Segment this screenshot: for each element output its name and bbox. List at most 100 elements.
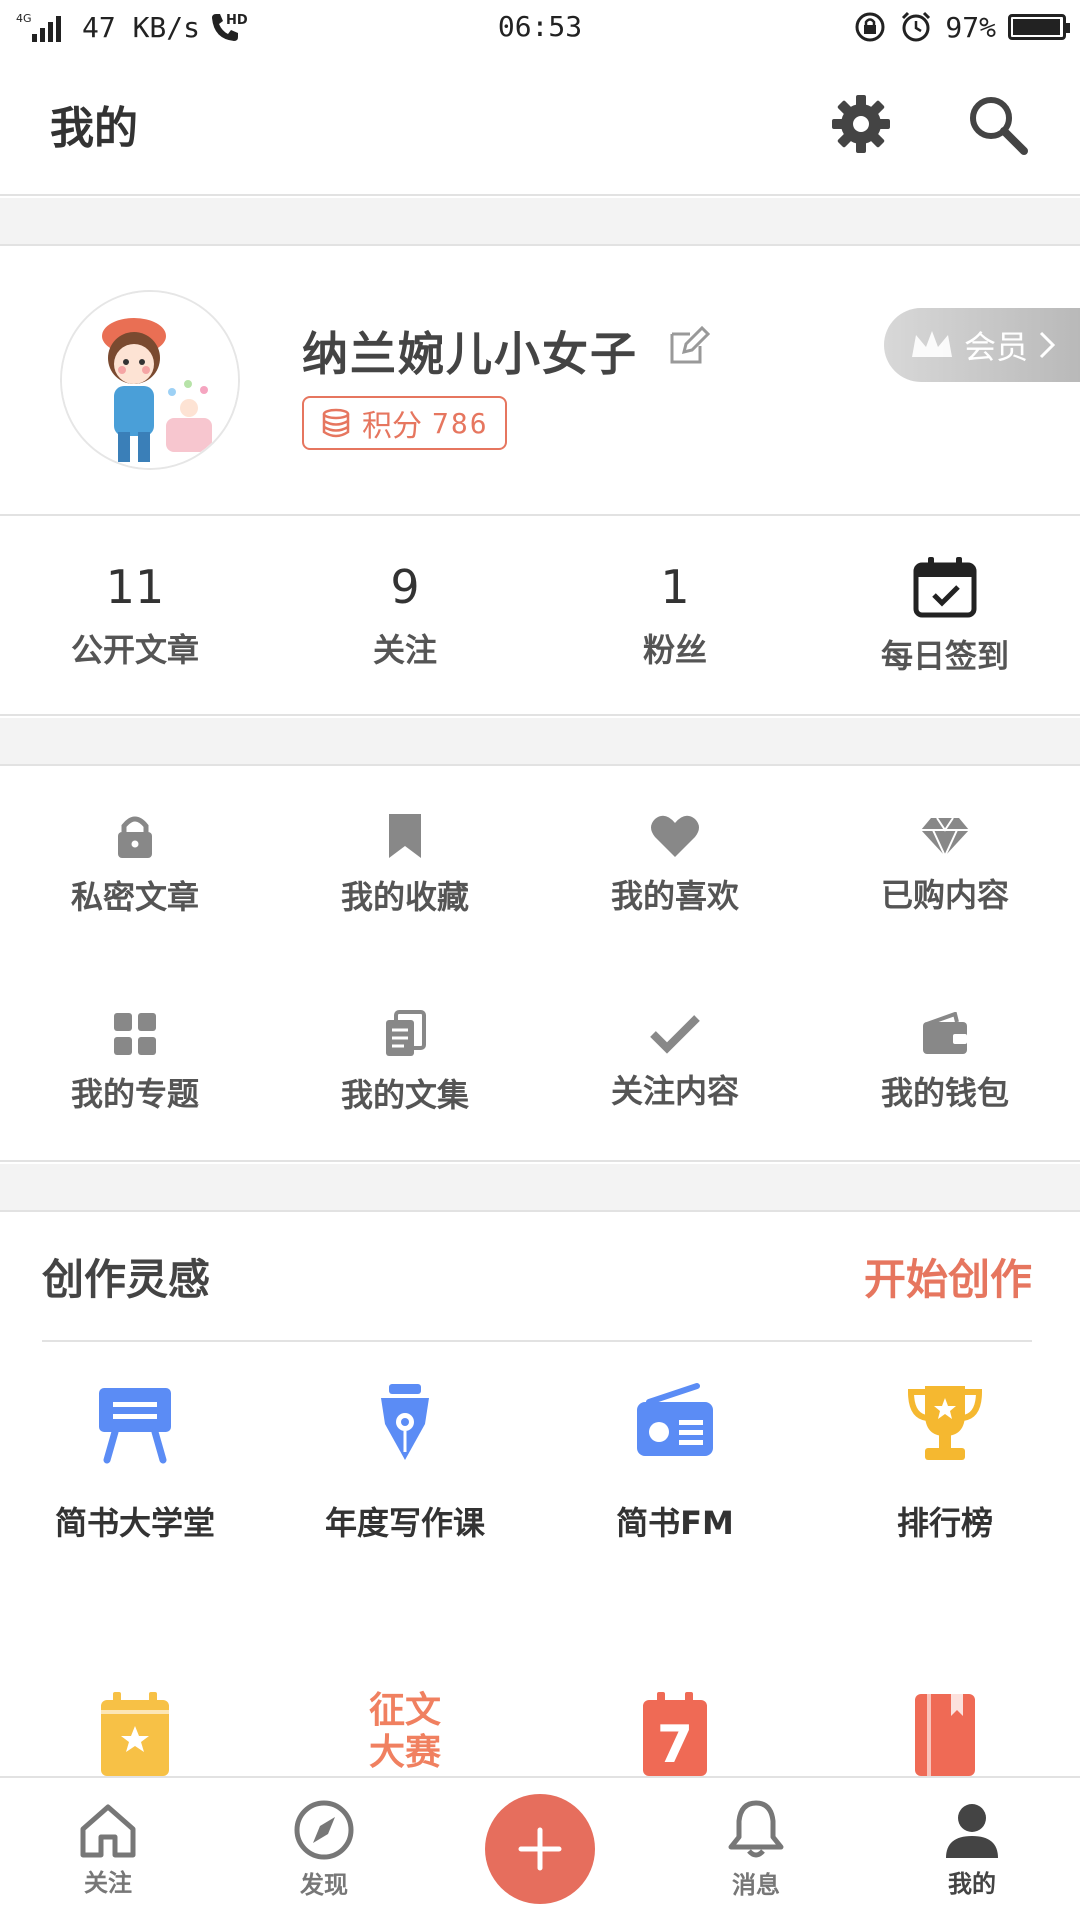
person-icon [946, 1803, 998, 1858]
compass-icon [294, 1800, 354, 1859]
profile-card[interactable]: 纳兰婉儿小女子 积分 786 会员 [0, 246, 1080, 516]
grid-item-collections[interactable]: 我的文集 [270, 964, 540, 1162]
tool-essay-contest[interactable]: 征文 大赛 [270, 1690, 540, 1776]
section-divider [0, 718, 1080, 766]
grid-label: 我的收藏 [340, 878, 469, 916]
status-bar: 4G 47 KB/s HD 06:53 97% [0, 0, 1080, 54]
score-label: 积分 [362, 409, 422, 444]
stat-value: 11 [105, 560, 165, 614]
member-label: 会员 [964, 328, 1029, 366]
contest-line-2: 大赛 [368, 1732, 441, 1773]
grid-item-private-articles[interactable]: 私密文章 [0, 766, 270, 964]
inspiration-tools-row-2: 征文 大赛 7 [0, 1690, 1080, 1776]
calendar-star-icon [101, 1692, 169, 1776]
grid-label: 我的喜欢 [610, 877, 739, 915]
member-button[interactable]: 会员 [884, 308, 1080, 382]
grid-icon [114, 1013, 156, 1055]
nav-discover[interactable]: 发现 [216, 1778, 432, 1920]
nav-create[interactable] [432, 1778, 648, 1920]
feature-grid: 私密文章 我的收藏 我的喜欢 已购内容 我的专题 我的文集 关注内容 我的钱包 [0, 766, 1080, 1162]
create-fab[interactable] [485, 1794, 595, 1904]
tool-label: 年度写作课 [324, 1504, 485, 1542]
coins-icon [322, 408, 350, 438]
checkin-label: 每日签到 [880, 637, 1009, 675]
inspiration-tools: 简书大学堂 年度写作课 简书FM 排行榜 [0, 1380, 1080, 1544]
heart-icon [651, 815, 699, 857]
stat-label: 公开文章 [70, 631, 199, 669]
edit-icon[interactable] [668, 324, 710, 366]
start-writing-link[interactable]: 开始创作 [864, 1246, 1032, 1307]
trophy-icon [907, 1386, 983, 1460]
settings-gear-icon[interactable] [828, 91, 894, 157]
documents-icon [386, 1010, 426, 1056]
check-icon [650, 1015, 700, 1054]
stat-label: 粉丝 [642, 631, 707, 669]
username: 纳兰婉儿小女子 [302, 327, 638, 381]
stat-value: 1 [660, 560, 690, 614]
battery-icon [1008, 14, 1070, 40]
grid-item-followed-content[interactable]: 关注内容 [540, 964, 810, 1162]
stat-followers[interactable]: 1 粉丝 [540, 518, 810, 714]
score-value: 786 [432, 406, 489, 440]
grid-item-topics[interactable]: 我的专题 [0, 964, 270, 1162]
lock-icon [118, 816, 152, 858]
home-icon [80, 1804, 136, 1857]
grid-label: 关注内容 [610, 1072, 739, 1110]
tool-ranking[interactable]: 排行榜 [810, 1380, 1080, 1544]
tool-fm[interactable]: 简书FM [540, 1380, 810, 1544]
page-title: 我的 [50, 103, 138, 154]
grid-label: 私密文章 [70, 878, 199, 916]
calendar-day-icon: 7 [643, 1692, 707, 1776]
nav-label: 消息 [732, 1870, 780, 1899]
tool-notebook[interactable] [810, 1690, 1080, 1776]
battery-level-fill [1013, 19, 1060, 35]
radio-icon [637, 1383, 713, 1456]
app-header: 我的 [0, 54, 1080, 196]
nav-label: 发现 [300, 1870, 348, 1899]
calendar-day-number: 7 [657, 1715, 693, 1775]
notebook-icon [915, 1694, 975, 1776]
score-badge[interactable]: 积分 786 [302, 396, 507, 450]
inspiration-header: 创作灵感 开始创作 [42, 1212, 1032, 1342]
wallet-icon [923, 1012, 967, 1054]
stat-following[interactable]: 9 关注 [270, 518, 540, 714]
pen-nib-icon [381, 1384, 429, 1460]
section-divider [0, 198, 1080, 246]
crown-icon [912, 331, 952, 357]
grid-label: 我的钱包 [880, 1074, 1009, 1112]
tool-daily-calendar[interactable]: 7 [540, 1690, 810, 1776]
nav-mine[interactable]: 我的 [864, 1778, 1080, 1920]
status-time: 06:53 [497, 10, 583, 43]
nav-messages[interactable]: 消息 [648, 1778, 864, 1920]
daily-checkin[interactable]: 每日签到 [810, 518, 1080, 714]
tool-label: 简书大学堂 [54, 1504, 215, 1542]
stat-value: 9 [390, 560, 420, 614]
section-divider [0, 1164, 1080, 1212]
tool-writing-course[interactable]: 年度写作课 [270, 1380, 540, 1544]
diamond-icon [921, 817, 969, 858]
grid-item-favorites[interactable]: 我的收藏 [270, 766, 540, 964]
grid-label: 我的文集 [340, 1076, 469, 1114]
search-icon[interactable] [964, 91, 1030, 157]
grid-item-likes[interactable]: 我的喜欢 [540, 766, 810, 964]
bell-icon [728, 1800, 784, 1857]
inspiration-title: 创作灵感 [42, 1254, 211, 1304]
tool-label: 简书FM [616, 1504, 734, 1542]
grid-label: 我的专题 [70, 1075, 199, 1113]
chevron-right-icon [1039, 331, 1056, 359]
avatar[interactable] [60, 290, 240, 470]
stat-articles[interactable]: 11 公开文章 [0, 518, 270, 714]
calendar-check-icon [913, 557, 977, 618]
plus-icon [518, 1827, 562, 1871]
grid-item-wallet[interactable]: 我的钱包 [810, 964, 1080, 1162]
stats-row: 11 公开文章 9 关注 1 粉丝 每日签到 [0, 518, 1080, 716]
nav-label: 关注 [84, 1868, 132, 1897]
tool-label: 排行榜 [896, 1504, 993, 1542]
tool-event[interactable] [0, 1690, 270, 1776]
nav-label: 我的 [948, 1869, 996, 1898]
bookmark-icon [389, 814, 421, 858]
easel-icon [99, 1388, 171, 1464]
tool-university[interactable]: 简书大学堂 [0, 1380, 270, 1544]
nav-follow[interactable]: 关注 [0, 1778, 216, 1920]
grid-item-purchased[interactable]: 已购内容 [810, 766, 1080, 964]
